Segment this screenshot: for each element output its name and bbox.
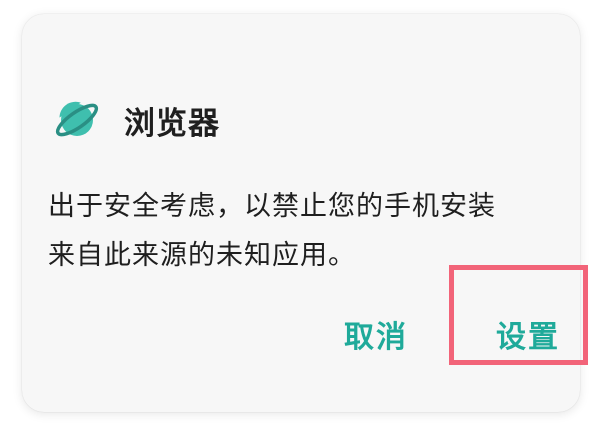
screen: 浏览器 出于安全考虑，以禁止您的手机安装 来自此来源的未知应用。 取消 设置 — [0, 0, 600, 433]
cancel-button[interactable]: 取消 — [332, 310, 420, 366]
dialog-header: 浏览器 — [52, 96, 220, 144]
app-name: 浏览器 — [124, 105, 220, 142]
planet-icon — [55, 101, 99, 137]
install-blocked-dialog: 浏览器 出于安全考虑，以禁止您的手机安装 来自此来源的未知应用。 取消 设置 — [22, 14, 580, 412]
settings-button[interactable]: 设置 — [484, 310, 572, 366]
dialog-message-line-1: 出于安全考虑，以禁止您的手机安装 — [48, 191, 496, 222]
dialog-message-line-2: 来自此来源的未知应用。 — [48, 240, 356, 271]
dialog-message: 出于安全考虑，以禁止您的手机安装 来自此来源的未知应用。 — [48, 182, 564, 280]
